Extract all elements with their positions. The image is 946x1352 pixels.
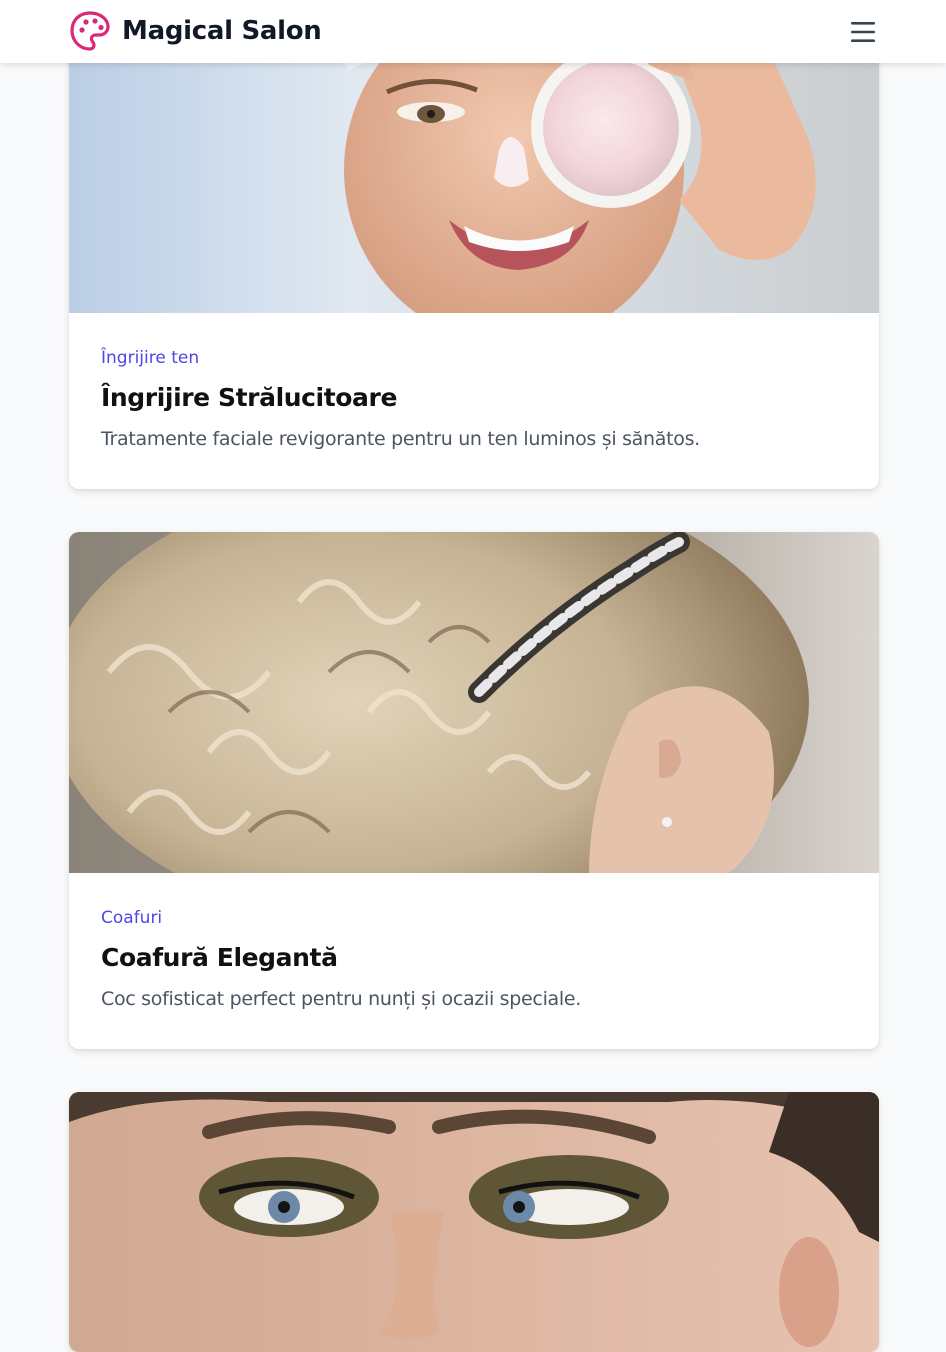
card-description: Coc sofisticat perfect pentru nunți și o… — [101, 988, 582, 1010]
site-header: Magical Salon — [0, 0, 946, 63]
card-category: Îngrijire ten — [101, 348, 200, 368]
makeup-photo — [69, 1092, 879, 1352]
hairstyle-photo — [69, 532, 879, 873]
brand-link[interactable]: Magical Salon — [69, 11, 322, 51]
card-description: Tratamente faciale revigorante pentru un… — [101, 428, 700, 450]
brand-name: Magical Salon — [122, 16, 322, 46]
service-card[interactable] — [69, 1092, 879, 1352]
service-card[interactable]: Îngrijire ten Îngrijire Strălucitoare Tr… — [69, 20, 879, 489]
menu-button[interactable] — [846, 18, 880, 46]
skincare-photo — [69, 20, 879, 313]
card-category: Coafuri — [101, 908, 163, 928]
hamburger-menu-icon — [851, 22, 875, 42]
service-card[interactable]: Coafuri Coafură Elegantă Coc sofisticat … — [69, 532, 879, 1049]
palette-icon — [70, 11, 110, 51]
card-title[interactable]: Îngrijire Strălucitoare — [101, 381, 847, 415]
card-title[interactable]: Coafură Elegantă — [101, 941, 847, 975]
